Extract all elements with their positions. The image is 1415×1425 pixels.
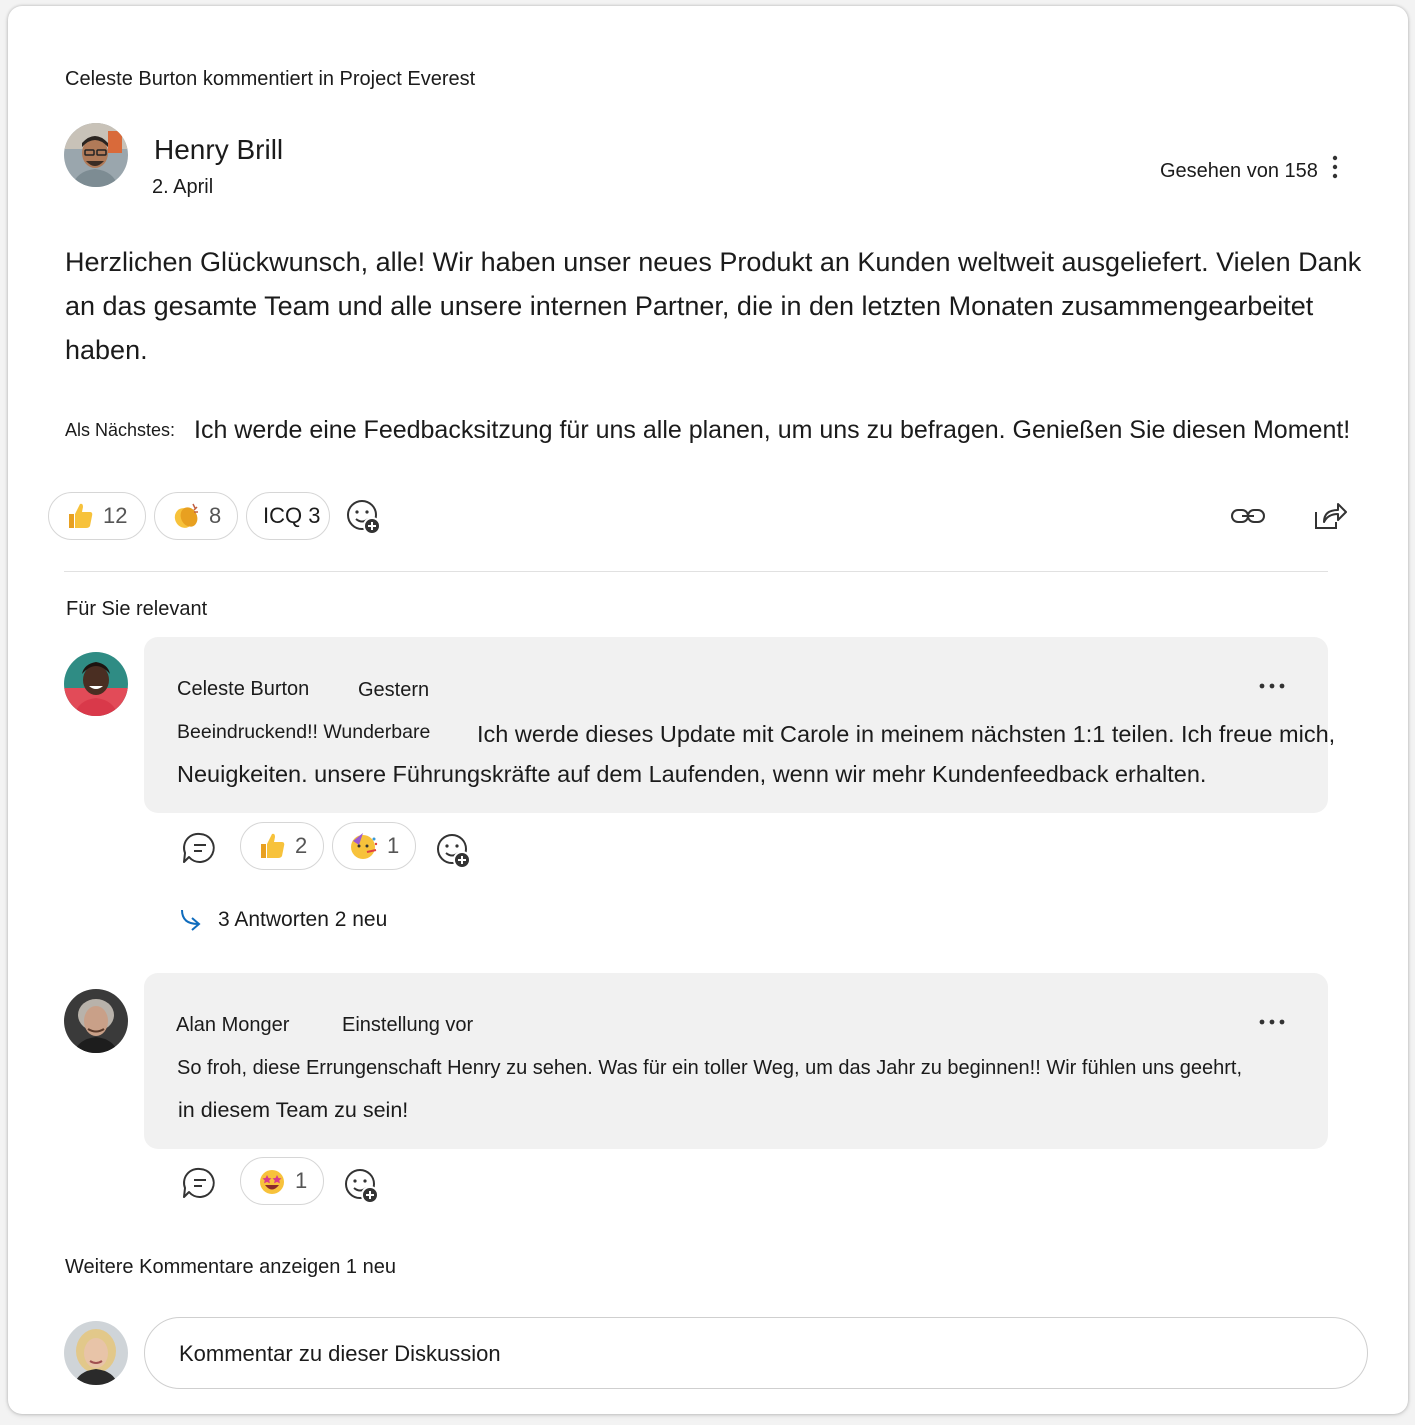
author-avatar[interactable] — [64, 123, 128, 187]
thumbs-up-icon — [65, 501, 95, 531]
post-card: Celeste Burton kommentiert in Project Ev… — [8, 6, 1408, 1414]
reaction-count: 3 — [308, 503, 321, 528]
share-icon[interactable] — [1308, 496, 1348, 536]
section-title: Für Sie relevant — [66, 598, 208, 620]
reaction-thumbs-up[interactable]: 12 — [48, 492, 146, 540]
comment-avatar[interactable] — [64, 652, 128, 716]
star-struck-icon — [257, 1166, 287, 1196]
comment-author[interactable]: Alan Monger — [176, 1014, 289, 1037]
divider — [64, 571, 1328, 572]
thumbs-up-icon — [257, 831, 287, 861]
comment-input[interactable] — [177, 1336, 1281, 1372]
party-face-icon — [349, 831, 379, 861]
comment-author[interactable]: Celeste Burton — [177, 678, 309, 701]
more-options-icon[interactable] — [1254, 679, 1290, 691]
reaction-label: ICQ — [263, 503, 303, 528]
reaction-count: 12 — [103, 503, 128, 528]
reaction-icq[interactable]: ICQ 3 — [246, 492, 330, 540]
next-text: Ich werde eine Feedbacksitzung für uns a… — [194, 416, 1351, 444]
comment-time: Einstellung vor — [342, 1014, 474, 1036]
copy-link-icon[interactable] — [1228, 496, 1268, 536]
next-label: Als Nächstes: — [65, 420, 176, 440]
reaction-count: 8 — [209, 503, 222, 528]
post-date: 2. April — [152, 176, 214, 198]
comment-time: Gestern — [358, 679, 430, 701]
comment-text: in diesem Team zu sein! — [178, 1098, 409, 1122]
clapping-hands-icon — [171, 501, 201, 531]
reply-icon[interactable] — [180, 1163, 220, 1203]
author-name[interactable]: Henry Brill — [154, 134, 283, 166]
reaction-thumbs-up[interactable]: 2 — [240, 822, 324, 870]
reaction-party[interactable]: 1 — [332, 822, 416, 870]
add-reaction-icon[interactable] — [434, 832, 474, 872]
comment-text: Neuigkeiten. unsere Führungskräfte auf d… — [177, 761, 1207, 787]
reply-arrow-icon — [178, 908, 206, 932]
comment-text: Ich werde dieses Update mit Carole in me… — [477, 721, 1336, 747]
show-more-comments-link[interactable]: Weitere Kommentare anzeigen 1 neu — [65, 1256, 396, 1279]
reaction-count: 2 — [295, 833, 308, 858]
reply-icon[interactable] — [180, 828, 220, 868]
comment-avatar[interactable] — [64, 989, 128, 1053]
seen-by-count[interactable]: Gesehen von 158 — [1160, 160, 1318, 183]
add-reaction-icon[interactable] — [342, 1167, 382, 1207]
comment-bubble: Celeste Burton Gestern Beeindruckend!! W… — [144, 637, 1335, 813]
post-context: Celeste Burton kommentiert in Project Ev… — [65, 68, 476, 90]
comment-text: Beeindruckend!! Wunderbare — [177, 721, 431, 743]
more-options-icon[interactable] — [1254, 1015, 1290, 1027]
reaction-star-struck[interactable]: 1 — [240, 1157, 324, 1205]
comment-compose-box[interactable] — [144, 1317, 1368, 1389]
post-body: Herzlichen Glückwunsch, alle! Wir haben … — [65, 247, 1362, 365]
add-reaction-icon[interactable] — [344, 498, 384, 538]
more-options-icon[interactable] — [1328, 152, 1342, 186]
replies-count: 3 Antworten 2 neu — [218, 908, 388, 931]
reaction-count: 1 — [387, 833, 400, 858]
current-user-avatar — [64, 1321, 128, 1385]
view-replies-link[interactable]: 3 Antworten 2 neu — [178, 908, 387, 932]
comment-bubble: Alan Monger Einstellung vor So froh, die… — [144, 973, 1328, 1149]
comment-text: So froh, diese Errungenschaft Henry zu s… — [177, 1057, 1242, 1079]
reaction-clapping[interactable]: 8 — [154, 492, 238, 540]
reaction-count: 1 — [295, 1168, 308, 1193]
